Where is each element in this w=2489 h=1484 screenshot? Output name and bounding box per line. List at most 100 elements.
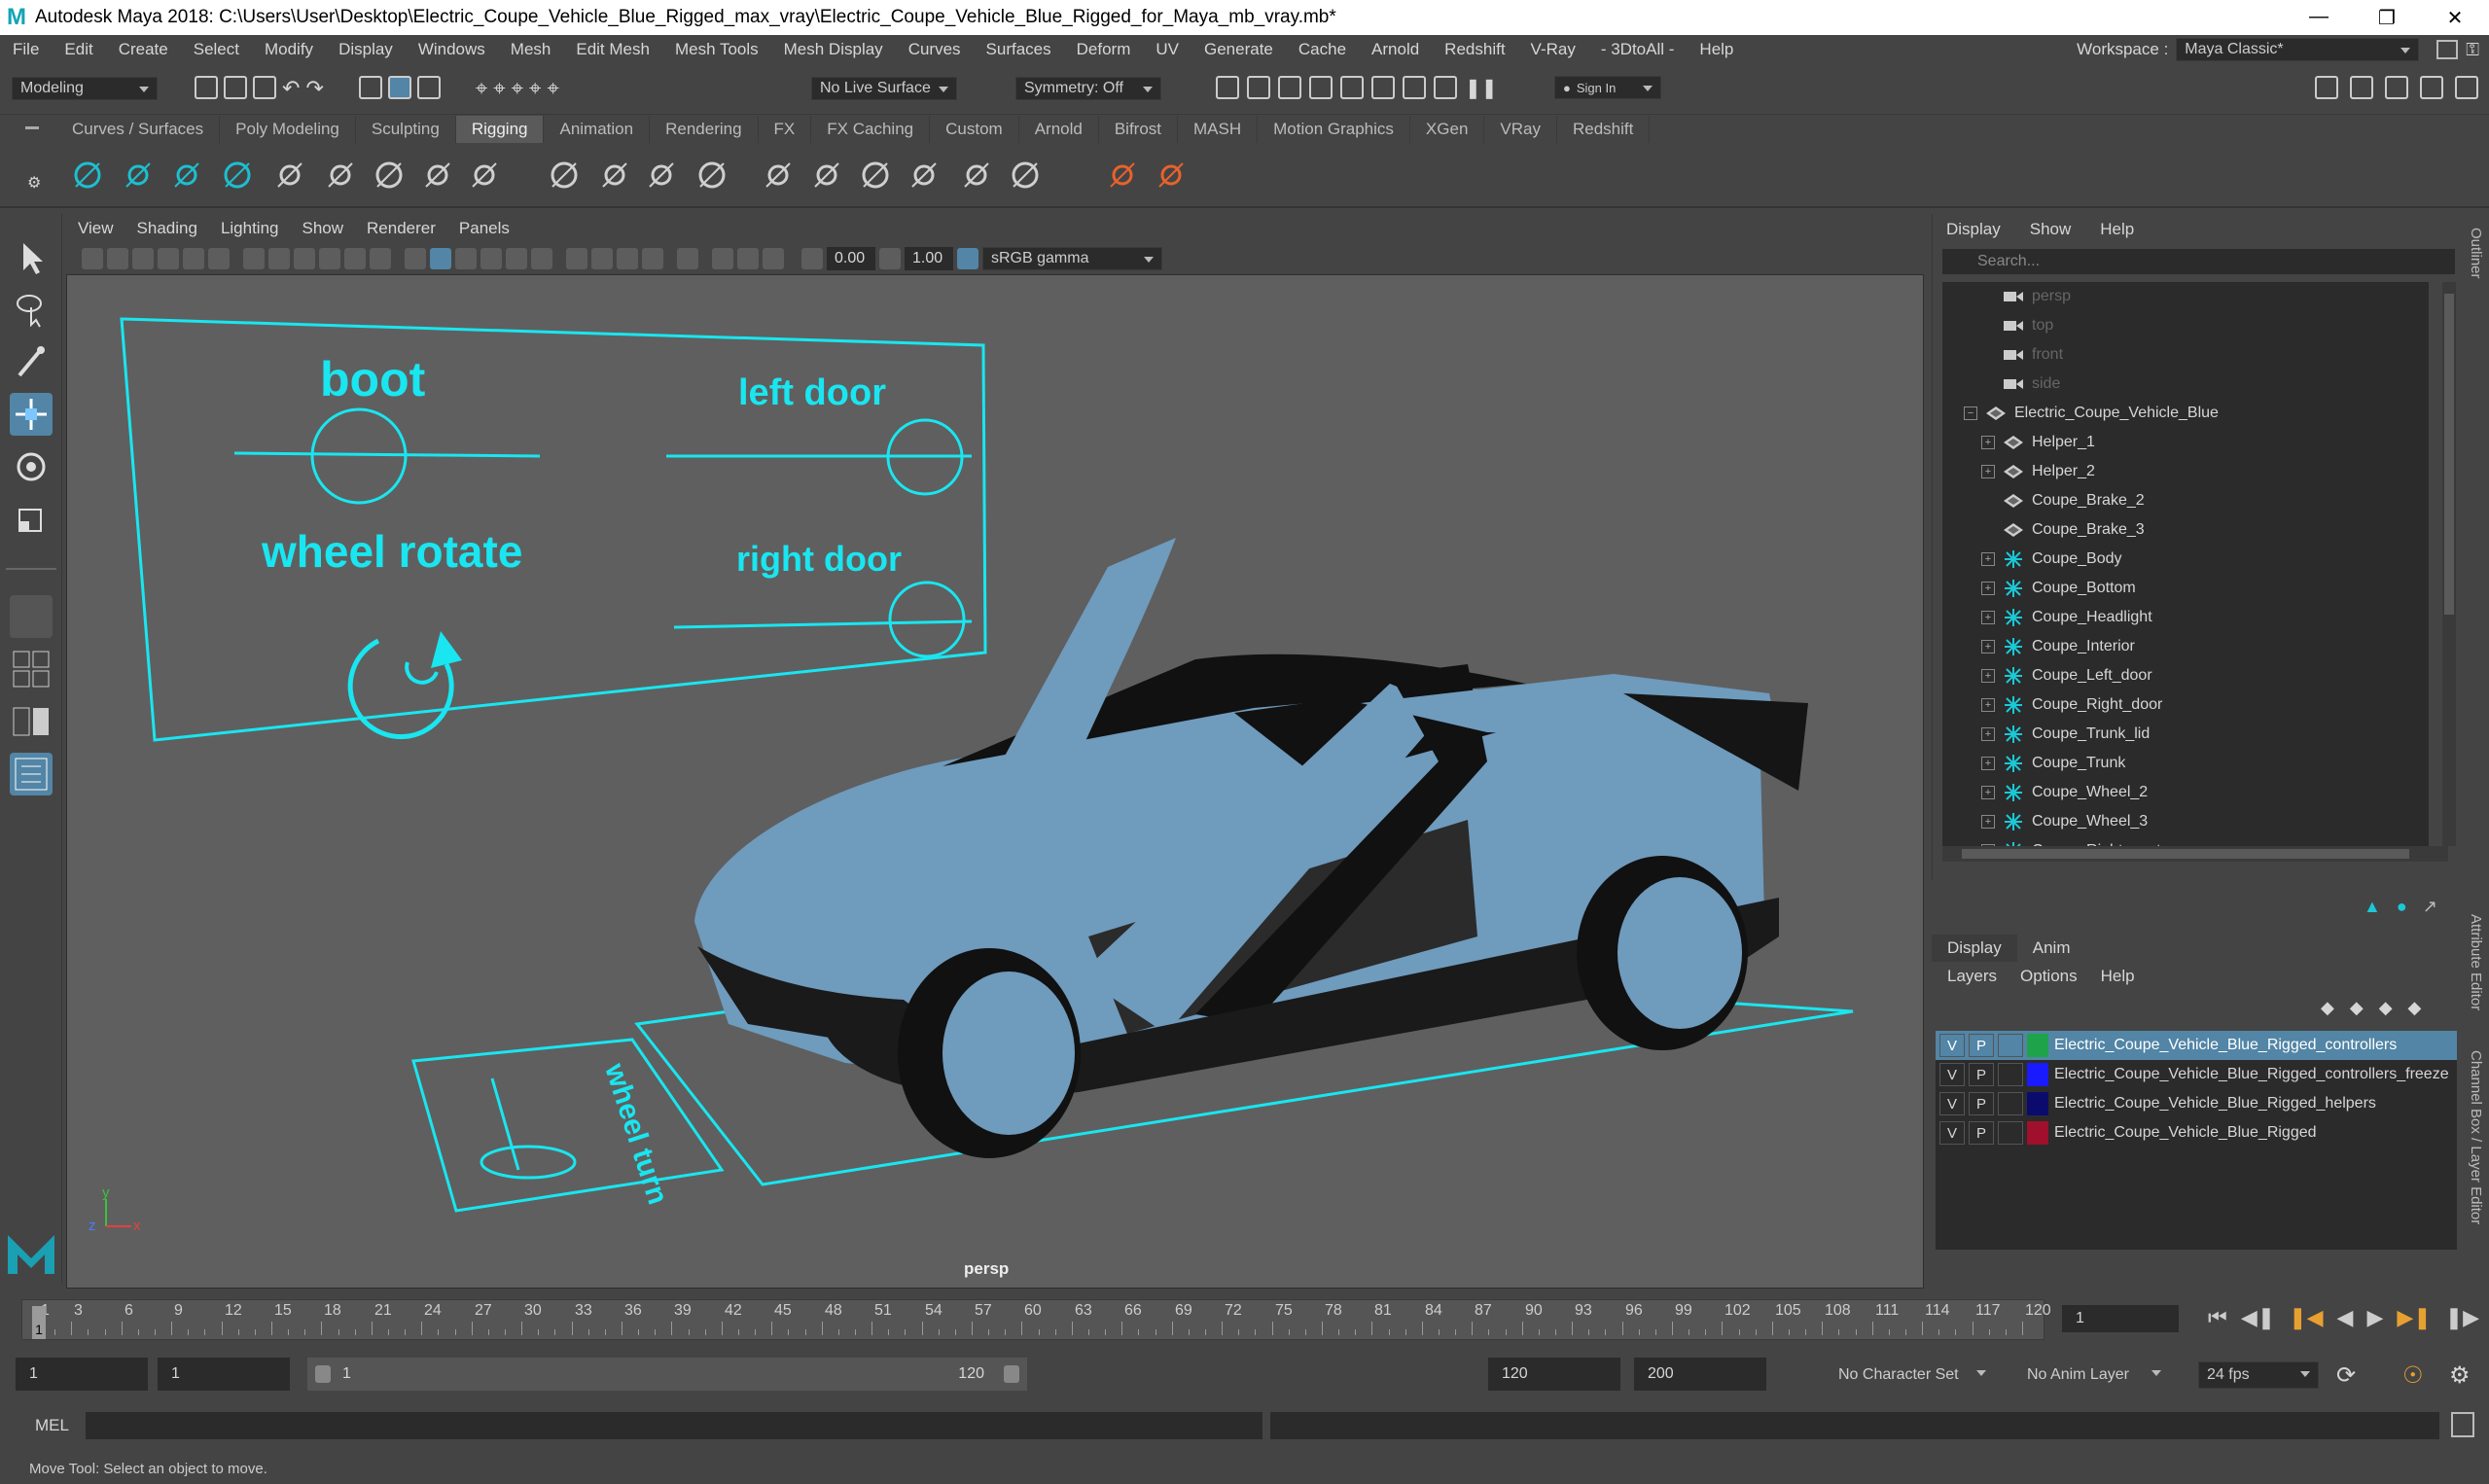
grid-icon[interactable] — [243, 248, 265, 269]
outliner-item[interactable]: + Helper_1 — [1942, 428, 2429, 457]
expand-icon[interactable]: + — [1981, 815, 1995, 829]
outliner-layout-icon[interactable] — [10, 753, 53, 795]
select-camera-icon[interactable] — [82, 248, 103, 269]
shelf-tab-motion-graphics[interactable]: Motion Graphics — [1258, 116, 1410, 143]
scale-tool-icon[interactable] — [10, 498, 53, 541]
save-scene-icon[interactable] — [253, 76, 276, 99]
expand-icon[interactable]: + — [1981, 552, 1995, 566]
menu-edit-mesh[interactable]: Edit Mesh — [563, 40, 662, 59]
menu-mesh-display[interactable]: Mesh Display — [771, 40, 896, 59]
shelf-tab-curves-surfaces[interactable]: Curves / Surfaces — [56, 116, 221, 143]
scale-constraint-icon[interactable] — [905, 156, 943, 194]
vray-ipr-icon[interactable] — [1434, 76, 1457, 99]
smooth-shade-icon[interactable] — [430, 248, 451, 269]
menu-uv[interactable]: UV — [1143, 40, 1191, 59]
select-hierarchy-icon[interactable] — [358, 76, 382, 99]
layer-playback-toggle[interactable]: P — [1969, 1121, 1994, 1145]
menu-select[interactable]: Select — [181, 40, 252, 59]
step-forward-key-icon[interactable]: ❚▶ — [2445, 1305, 2479, 1330]
open-scene-icon[interactable] — [224, 76, 247, 99]
outliner-item[interactable]: + Coupe_Bottom — [1942, 574, 2429, 603]
current-time-field[interactable]: 1 — [2062, 1305, 2179, 1332]
interactive-bind-icon[interactable] — [321, 156, 360, 194]
outliner-item[interactable]: + Coupe_Right_door — [1942, 690, 2429, 720]
script-editor-icon[interactable] — [2451, 1412, 2474, 1437]
skeleton-defs-icon[interactable] — [465, 156, 504, 194]
menu-redshift[interactable]: Redshift — [1432, 40, 1517, 59]
film-gate-icon[interactable] — [268, 248, 290, 269]
outliner-item[interactable]: + Coupe_Interior — [1942, 632, 2429, 661]
mel-label[interactable]: MEL — [35, 1416, 69, 1435]
two-pane-layout-icon[interactable] — [10, 700, 53, 743]
point-constraint-icon[interactable] — [807, 156, 846, 194]
shadows-icon[interactable] — [531, 248, 552, 269]
create-wrap-icon[interactable] — [642, 156, 681, 194]
node-editor-icon[interactable]: ● — [2397, 897, 2407, 917]
viewport-menu-lighting[interactable]: Lighting — [209, 219, 291, 238]
move-layer-up-icon[interactable]: ◆ — [2321, 998, 2334, 1018]
move-tool-icon[interactable] — [10, 393, 53, 436]
expand-icon[interactable]: + — [1981, 436, 1995, 449]
pause-icon[interactable]: ❚❚ — [1465, 76, 1498, 100]
vray-render-icon[interactable] — [1403, 76, 1426, 99]
layer-color-swatch[interactable] — [2027, 1121, 2048, 1145]
new-scene-icon[interactable] — [195, 76, 218, 99]
outliner-item[interactable]: + Coupe_Body — [1942, 545, 2429, 574]
modeling-toolkit-icon[interactable] — [2315, 76, 2338, 99]
shelf-tab-mash[interactable]: MASH — [1178, 116, 1259, 143]
side-tab-channel-box[interactable]: Channel Box / Layer Editor — [2468, 1050, 2484, 1224]
symmetry-dropdown[interactable]: Symmetry: Off — [1015, 77, 1161, 100]
outliner-item[interactable]: Coupe_Brake_2 — [1942, 486, 2429, 515]
expand-icon[interactable]: + — [1981, 669, 1995, 683]
menu-mesh-tools[interactable]: Mesh Tools — [662, 40, 771, 59]
menu-surfaces[interactable]: Surfaces — [974, 40, 1064, 59]
shelf-tab-poly-modeling[interactable]: Poly Modeling — [220, 116, 356, 143]
gamma-icon[interactable] — [879, 248, 901, 269]
bind-skin-icon[interactable] — [270, 156, 309, 194]
select-tool-icon[interactable] — [10, 235, 53, 278]
camera-attributes-icon[interactable] — [107, 248, 128, 269]
menu-deform[interactable]: Deform — [1064, 40, 1144, 59]
snap-grid-icon[interactable]: ⌖ — [476, 76, 487, 101]
menu-help[interactable]: Help — [1687, 40, 1746, 59]
outliner-item[interactable]: side — [1942, 370, 2429, 399]
time-slider-track[interactable]: 1369121518212427303336394245485154576063… — [21, 1299, 2051, 1340]
menu-3dtoall[interactable]: - 3DtoAll - — [1588, 40, 1688, 59]
layer-color-swatch[interactable] — [2027, 1063, 2048, 1086]
bookmark-icon[interactable] — [132, 248, 154, 269]
joint-orient-icon[interactable] — [1152, 156, 1191, 194]
motion-blur-icon[interactable] — [591, 248, 613, 269]
outliner-list[interactable]: persp top front side − Electric_Coupe_Vehicle… — [1942, 282, 2429, 846]
create-lattice-icon[interactable] — [595, 156, 634, 194]
shelf-tab-arnold[interactable]: Arnold — [1019, 116, 1099, 143]
joint-tool-icon[interactable] — [68, 156, 107, 194]
menu-create[interactable]: Create — [106, 40, 181, 59]
xray-joints-icon[interactable] — [737, 248, 759, 269]
outliner-menu-show[interactable]: Show — [2030, 220, 2072, 239]
menu-generate[interactable]: Generate — [1191, 40, 1286, 59]
outliner-item[interactable]: − Electric_Coupe_Vehicle_Blue — [1942, 399, 2429, 428]
menu-v-ray[interactable]: V-Ray — [1518, 40, 1588, 59]
layer-tab-display[interactable]: Display — [1932, 935, 2017, 962]
expand-icon[interactable]: + — [1981, 611, 1995, 624]
new-layer-selected-icon[interactable]: ◆ — [2408, 998, 2422, 1018]
lights-icon[interactable] — [506, 248, 527, 269]
outliner-search-input[interactable]: Search... — [1942, 249, 2455, 274]
image-plane-icon[interactable] — [158, 248, 179, 269]
live-surface-dropdown[interactable]: No Live Surface — [811, 77, 957, 100]
select-object-icon[interactable] — [387, 76, 411, 99]
layer-visibility-toggle[interactable]: V — [1939, 1063, 1965, 1086]
character-set-dropdown[interactable]: No Character Set — [1815, 1361, 1994, 1389]
animation-end-field[interactable]: 200 — [1634, 1358, 1766, 1391]
layer-row[interactable]: V P Electric_Coupe_Vehicle_Blue_Rigged_con… — [1936, 1060, 2457, 1089]
attribute-editor-icon[interactable] — [2385, 76, 2408, 99]
animation-preferences-icon[interactable]: ⚙ — [2449, 1361, 2471, 1390]
color-management-icon[interactable] — [957, 248, 978, 269]
outliner-menu-help[interactable]: Help — [2100, 220, 2134, 239]
shelf-tab-redshift[interactable]: Redshift — [1557, 116, 1651, 143]
lock-icon[interactable]: ⚿ — [2466, 40, 2479, 60]
viewport-scene[interactable]: boot left door wheel rotate right door w… — [67, 275, 1924, 1289]
depth-of-field-icon[interactable] — [642, 248, 663, 269]
shelf-tab-custom[interactable]: Custom — [930, 116, 1019, 143]
expand-icon[interactable]: + — [1981, 640, 1995, 654]
